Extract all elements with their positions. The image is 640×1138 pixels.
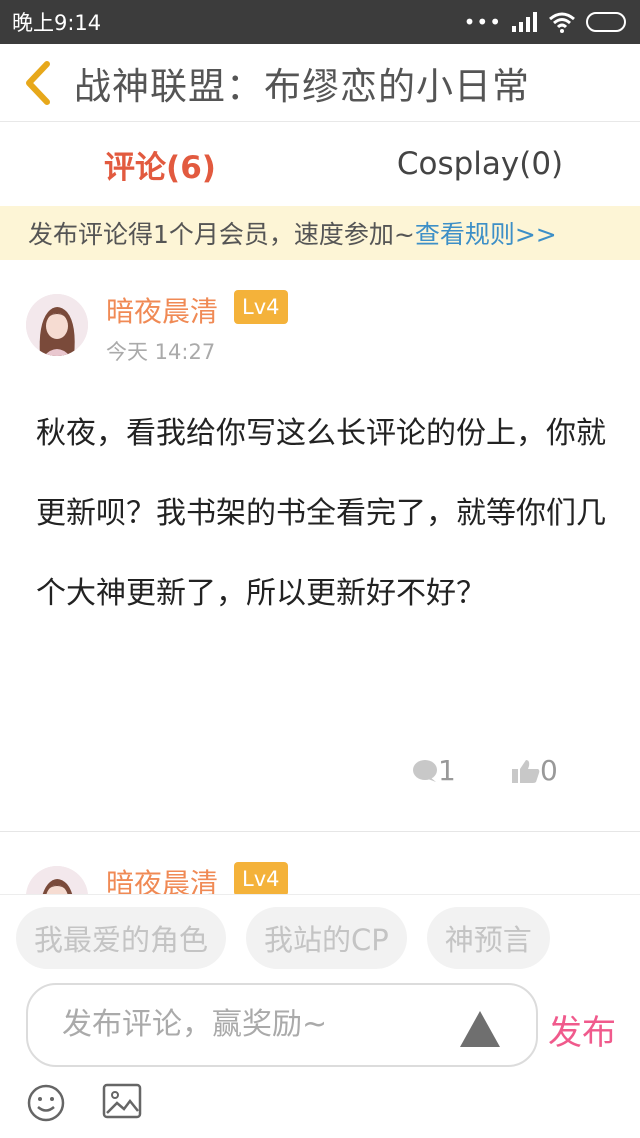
comment-time: 今天 14:27 xyxy=(106,340,216,364)
comment-body: 秋夜，看我给你写这么长评论的份上，你就更新呗？我书架的书全看完了，就等你们几个大… xyxy=(36,416,606,611)
reply-button[interactable]: 1 xyxy=(412,754,456,787)
wifi-icon xyxy=(549,12,575,33)
comment-item: 暗夜晨清 Lv4 xyxy=(0,832,640,894)
comment-input[interactable]: 发布评论，赢奖励~ xyxy=(26,983,538,1067)
username[interactable]: 暗夜晨清 xyxy=(106,862,218,894)
signal-icon xyxy=(512,12,537,32)
like-count: 0 xyxy=(540,754,558,787)
rules-link[interactable]: 查看规则>> xyxy=(415,215,557,251)
notice-text: 发布评论得1个月会员，速度参加~ xyxy=(28,220,415,249)
image-icon[interactable] xyxy=(102,1083,142,1119)
comment-item: 暗夜晨清 Lv4 今天 14:27 秋夜，看我给你写这么长评论的份上，你就更新呗… xyxy=(0,260,640,832)
more-dots-icon: ••• xyxy=(463,10,502,34)
username[interactable]: 暗夜晨清 xyxy=(106,290,218,330)
publish-button[interactable]: 发布 xyxy=(548,1005,616,1054)
like-button[interactable]: 0 xyxy=(512,754,558,787)
back-button[interactable] xyxy=(0,44,74,122)
status-icons: ••• xyxy=(464,11,626,33)
thumbs-up-icon xyxy=(512,759,540,783)
comment-actions: 1 0 xyxy=(0,754,640,790)
topic-chip[interactable]: 我最爱的角色 xyxy=(16,907,227,969)
back-chevron-icon xyxy=(26,60,50,105)
send-arrow-icon[interactable] xyxy=(458,1009,502,1049)
battery-icon xyxy=(586,12,626,32)
comment-composer: 我最爱的角色 我站的CP 神预言 发布评论，赢奖励~ 发布 xyxy=(0,894,640,1138)
tab-comments[interactable]: 评论(6) xyxy=(0,122,320,206)
tab-cosplay[interactable]: Cosplay(0) xyxy=(320,122,640,206)
tab-bar: 评论(6) Cosplay(0) xyxy=(0,122,640,206)
topic-chips: 我最爱的角色 我站的CP 神预言 xyxy=(16,907,550,969)
level-badge: Lv4 xyxy=(234,290,288,324)
level-badge: Lv4 xyxy=(234,862,288,894)
status-bar: 晚上9:14 ••• xyxy=(0,0,640,44)
page-title: 战神联盟：布缪恋的小日常 xyxy=(74,64,530,108)
notice-banner: 发布评论得1个月会员，速度参加~ 查看规则>> xyxy=(0,206,640,260)
header: 战神联盟：布缪恋的小日常 xyxy=(0,44,640,122)
avatar[interactable] xyxy=(26,294,88,356)
comment-input-placeholder: 发布评论，赢奖励~ xyxy=(62,1007,328,1042)
topic-chip[interactable]: 神预言 xyxy=(426,907,550,969)
topic-chip[interactable]: 我站的CP xyxy=(246,907,407,969)
status-time: 晚上9:14 xyxy=(12,11,102,35)
reply-count: 1 xyxy=(438,754,456,787)
comment-bubble-icon xyxy=(413,759,437,782)
avatar[interactable] xyxy=(26,866,88,894)
emoji-icon[interactable] xyxy=(26,1083,66,1123)
